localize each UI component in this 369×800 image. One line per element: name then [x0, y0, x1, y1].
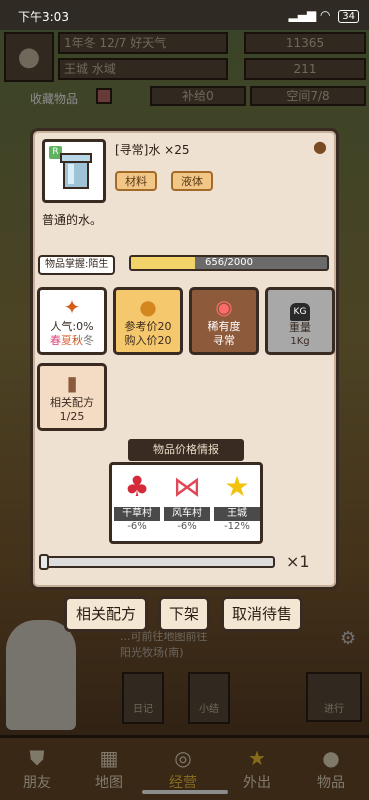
favorite-acorn-icon[interactable]: ●: [313, 137, 327, 156]
coin-icon: ●: [139, 295, 157, 319]
popularity-card[interactable]: ✦ 人气:0% 春夏秋冬: [37, 287, 107, 355]
town-hay-village: ♣ 干草村 -6%: [113, 467, 161, 541]
slider-handle[interactable]: [39, 554, 49, 570]
battery-icon: 34: [338, 10, 359, 23]
weight-card[interactable]: KG 重量 1Kg: [265, 287, 335, 355]
market-info-box: ♣ 干草村 -6% ⋈ 风车村 -6% ★ 王城 -12%: [109, 462, 263, 544]
book-icon: ▮: [66, 371, 78, 395]
status-bar: 下午3:03 ▂▄▆ ◠ 34: [0, 0, 369, 30]
cancel-sale-button[interactable]: 取消待售: [221, 596, 303, 632]
related-recipes-button[interactable]: 相关配方: [64, 596, 148, 632]
ring-icon: ◉: [215, 295, 233, 319]
related-recipes-card[interactable]: ▮ 相关配方 1/25: [37, 363, 107, 431]
water-bucket-icon: [60, 153, 92, 189]
season-row: 春夏秋冬: [50, 334, 94, 347]
item-title: [寻常]水 ×25: [115, 143, 190, 157]
quantity-slider[interactable]: [39, 554, 275, 570]
mastery-label: 物品掌握:陌生: [38, 255, 116, 275]
clock: 下午3:03: [18, 10, 69, 24]
mastery-progress-bar: 656/2000: [129, 255, 329, 271]
weight-icon: KG: [268, 294, 332, 321]
town-windmill-village: ⋈ 风车村 -6%: [163, 467, 211, 541]
price-card[interactable]: ● 参考价20 购入价20: [113, 287, 183, 355]
tag-material: 材料: [115, 171, 157, 191]
item-thumbnail: R: [42, 139, 106, 203]
star-icon: ★: [224, 470, 250, 503]
unlist-button[interactable]: 下架: [158, 596, 210, 632]
quantity-value: ×1: [286, 552, 310, 571]
mastery-progress-text: 656/2000: [205, 257, 253, 268]
rarity-card[interactable]: ◉ 稀有度 寻常: [189, 287, 259, 355]
system-icons: ▂▄▆ ◠ 34: [288, 8, 359, 23]
market-info-title: 物品价格情报: [128, 439, 244, 461]
item-description: 普通的水。: [42, 213, 103, 227]
tulip-icon: ♣: [124, 470, 150, 503]
item-detail-modal: R [寻常]水 ×25 ● 材料 液体 普通的水。 物品掌握:陌生 656/20…: [30, 128, 339, 590]
maple-leaf-icon: ✦: [63, 295, 81, 319]
town-royal-city: ★ 王城 -12%: [213, 467, 261, 541]
tag-liquid: 液体: [171, 171, 213, 191]
ribbon-icon: ⋈: [173, 470, 201, 503]
